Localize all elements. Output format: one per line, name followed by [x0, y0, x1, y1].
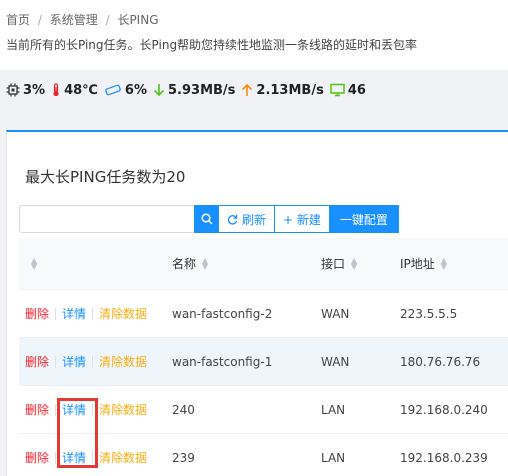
task-name: 239 [172, 450, 195, 465]
divider [92, 355, 94, 368]
row-actions: 删除 详情 清除数据 [25, 338, 147, 385]
sort-icon: ▲ ▼ [202, 255, 209, 271]
table-row: 删除 详情 清除数据 239 LAN 192.168.0.239 [19, 434, 508, 476]
divider [55, 403, 57, 416]
details-link[interactable]: 详情 [62, 401, 86, 418]
breadcrumb-system[interactable]: 系统管理 [50, 13, 98, 27]
task-interface: LAN [321, 450, 346, 465]
divider [92, 307, 94, 320]
breadcrumb-current: 长PING [117, 13, 159, 27]
table-header-row: ▲ ▼ 名称 ▲ ▼ 接口 ▲ ▼ IP地址 ▲ ▼ [19, 238, 508, 290]
download-value: 5.93MB/s [168, 82, 236, 98]
row-actions: 删除 详情 清除数据 [25, 434, 147, 476]
divider [92, 451, 94, 464]
sort-icon: ▲ ▼ [440, 255, 447, 271]
refresh-icon [227, 214, 238, 225]
temperature-value: 48℃ [64, 82, 98, 98]
clear-data-link[interactable]: 清除数据 [99, 449, 147, 466]
task-name: 240 [172, 402, 195, 417]
ping-task-table: ▲ ▼ 名称 ▲ ▼ 接口 ▲ ▼ IP地址 ▲ ▼ 删除 详情 清除数据 wa… [19, 238, 508, 476]
clear-data-link[interactable]: 清除数据 [99, 401, 147, 418]
table-row: 删除 详情 清除数据 wan-fastconfig-2 WAN 223.5.5.… [19, 290, 508, 338]
delete-link[interactable]: 删除 [25, 353, 49, 370]
name-column-header[interactable]: 名称 ▲ ▼ [172, 238, 208, 289]
breadcrumb-home[interactable]: 首页 [6, 13, 30, 27]
one-click-config-button[interactable]: 一键配置 [328, 205, 399, 233]
new-label: + 新建 [283, 212, 321, 227]
cpu-stat: 3% [6, 83, 45, 98]
task-name: wan-fastconfig-1 [172, 354, 273, 369]
interface-header-label: 接口 [321, 257, 346, 271]
task-ip: 192.168.0.240 [400, 402, 488, 417]
thermometer-icon [53, 83, 59, 97]
memory-icon [105, 84, 121, 96]
upload-stat: 2.13MB/s [241, 82, 324, 98]
delete-link[interactable]: 删除 [25, 305, 49, 322]
memory-stat: 6% [104, 83, 147, 98]
system-stats-bar: 3% 48℃ 6% 5.93MB/s 2.13MB/s 46 [6, 81, 372, 99]
cpu-icon [6, 83, 20, 97]
interface-column-header[interactable]: 接口 ▲ ▼ [321, 238, 357, 289]
page-header: 首页 / 系统管理 / 长PING 当前所有的长Ping任务。长Ping帮助您持… [0, 0, 508, 70]
cpu-value: 3% [23, 82, 46, 98]
search-input[interactable] [19, 205, 194, 233]
online-value: 46 [347, 82, 366, 98]
refresh-button[interactable]: 刷新 [218, 205, 276, 233]
task-interface: WAN [321, 306, 350, 321]
table-row: 删除 详情 清除数据 240 LAN 192.168.0.240 [19, 386, 508, 434]
task-ip: 192.168.0.239 [400, 450, 488, 465]
online-devices-stat: 46 [330, 83, 366, 98]
table-row: 删除 详情 清除数据 wan-fastconfig-1 WAN 180.76.7… [19, 338, 508, 386]
clear-data-link[interactable]: 清除数据 [99, 305, 147, 322]
delete-link[interactable]: 删除 [25, 449, 49, 466]
details-link[interactable]: 详情 [62, 449, 86, 466]
card-title: 最大长PING任务数为20 [25, 168, 186, 186]
name-header-label: 名称 [172, 257, 197, 271]
sort-icon: ▲ ▼ [351, 255, 358, 271]
temperature-stat: 48℃ [51, 83, 98, 98]
monitor-icon [330, 83, 345, 97]
ip-column-header[interactable]: IP地址 ▲ ▼ [400, 238, 447, 289]
page-description: 当前所有的长Ping任务。长Ping帮助您持续性地监测一条线路的延时和丢包率 [6, 38, 418, 52]
upload-value: 2.13MB/s [256, 82, 324, 98]
task-ip: 180.76.76.76 [400, 354, 481, 369]
search-button[interactable] [194, 205, 219, 233]
delete-link[interactable]: 删除 [25, 401, 49, 418]
details-link[interactable]: 详情 [62, 353, 86, 370]
task-ip: 223.5.5.5 [400, 306, 458, 321]
one-click-label: 一键配置 [339, 212, 388, 227]
memory-value: 6% [124, 82, 147, 98]
breadcrumb: 首页 / 系统管理 / 长PING [6, 11, 159, 28]
task-interface: WAN [321, 354, 350, 369]
clear-data-link[interactable]: 清除数据 [99, 353, 147, 370]
search-icon [200, 213, 213, 225]
new-task-button[interactable]: + 新建 [274, 205, 330, 233]
row-actions: 删除 详情 清除数据 [25, 386, 147, 433]
arrow-up-icon [242, 83, 253, 96]
actions-column-sort[interactable]: ▲ ▼ [25, 238, 37, 289]
task-interface: LAN [321, 402, 346, 417]
divider [92, 403, 94, 416]
divider [55, 355, 57, 368]
task-name: wan-fastconfig-2 [172, 306, 273, 321]
breadcrumb-separator: / [105, 13, 110, 27]
row-actions: 删除 详情 清除数据 [25, 290, 147, 337]
arrow-down-icon [153, 84, 165, 97]
sort-icon: ▲ ▼ [31, 255, 38, 271]
ping-task-card: 最大长PING任务数为20 刷新 + 新建 一键配置 ▲ ▼ 名称 ▲ ▼ 接口… [6, 130, 508, 476]
details-link[interactable]: 详情 [62, 305, 86, 322]
download-stat: 5.93MB/s [153, 83, 235, 98]
breadcrumb-separator: / [37, 13, 42, 27]
ip-header-label: IP地址 [400, 257, 435, 271]
refresh-label: 刷新 [242, 212, 267, 227]
divider [55, 451, 57, 464]
divider [55, 307, 57, 320]
toolbar: 刷新 + 新建 一键配置 [19, 205, 399, 233]
